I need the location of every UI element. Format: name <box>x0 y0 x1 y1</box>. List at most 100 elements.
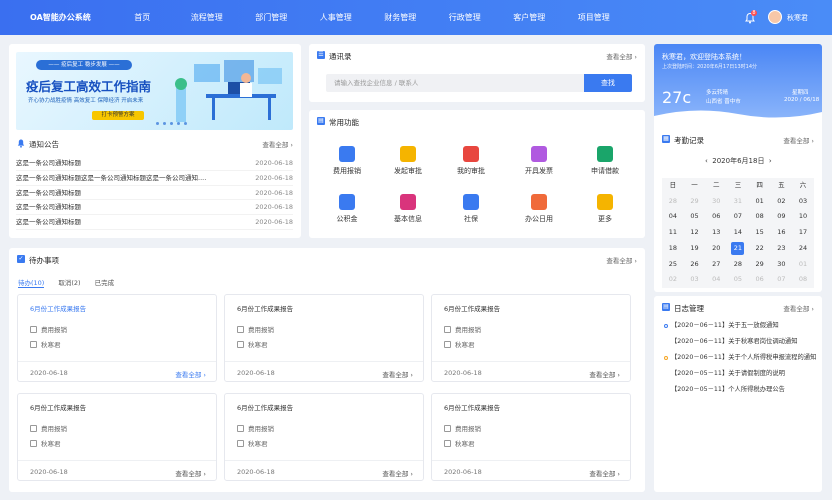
contact-search-input[interactable]: 请输入查找企业信息 / 联系人 <box>326 74 584 92</box>
calendar-day[interactable]: 29 <box>749 257 771 273</box>
calendar-day[interactable]: 09 <box>771 209 793 225</box>
list-item[interactable]: 【2020－06－11】关于五一放假通知 <box>664 318 814 334</box>
calendar-day[interactable]: 19 <box>684 241 706 257</box>
search-button[interactable]: 查找 <box>584 74 632 92</box>
log-view-all[interactable]: 查看全部 <box>783 303 814 313</box>
calendar-weekday: 五 <box>778 181 785 189</box>
list-item[interactable]: 【2020－06－11】关于秋寒君岗位调动通知 <box>664 334 814 350</box>
todo-card[interactable]: 6月份工作成果报告 费用报销 秋寒君 2020-06-18 查看全部 <box>224 294 424 382</box>
calendar-day[interactable]: 04 <box>662 209 684 225</box>
nav-item-admin[interactable]: 行政管理 <box>433 0 498 35</box>
username[interactable]: 秋寒君 <box>787 13 808 23</box>
list-item[interactable]: 【2020－06－11】关于个人所得税申报流程的通知 <box>664 350 816 366</box>
banner-button[interactable]: 打卡预警方案 <box>92 111 144 120</box>
calendar-day[interactable]: 18 <box>662 241 684 257</box>
func-basic-info[interactable]: 基本信息 <box>380 194 436 226</box>
calendar-day[interactable]: 11 <box>662 225 684 241</box>
todo-card[interactable]: 6月份工作成果报告 费用报销 秋寒君 2020-06-18 查看全部 <box>17 294 217 382</box>
calendar-day[interactable]: 04 <box>705 272 727 288</box>
carousel-dots[interactable] <box>156 122 187 125</box>
calendar-day[interactable]: 16 <box>771 225 793 241</box>
card-view-all[interactable]: 查看全部 <box>589 369 620 379</box>
calendar-day[interactable]: 07 <box>771 272 793 288</box>
calendar-day[interactable]: 01 <box>749 194 771 210</box>
list-item[interactable]: 【2020－05－11】关于请假制度的说明 <box>664 366 814 382</box>
card-view-all[interactable]: 查看全部 <box>382 468 413 478</box>
list-item[interactable]: 这是一条公司通知标题 2020-06-18 <box>16 186 293 201</box>
calendar-day[interactable]: 05 <box>727 272 749 288</box>
todo-card[interactable]: 6月份工作成果报告 费用报销 秋寒君 2020-06-18 查看全部 <box>431 393 631 481</box>
func-loan[interactable]: 申请借款 <box>577 146 633 178</box>
calendar-day[interactable]: 21 <box>727 241 749 257</box>
calendar-day[interactable]: 05 <box>684 209 706 225</box>
calendar-day[interactable]: 28 <box>662 194 684 210</box>
nav-item-process[interactable]: 流程管理 <box>175 0 240 35</box>
card-view-all[interactable]: 查看全部 <box>175 369 206 379</box>
chevron-left-icon[interactable]: ‹ <box>705 157 708 165</box>
todo-card[interactable]: 6月份工作成果报告 费用报销 秋寒君 2020-06-18 查看全部 <box>224 393 424 481</box>
func-invoice[interactable]: 开具发票 <box>511 146 567 178</box>
calendar-day[interactable]: 15 <box>749 225 771 241</box>
promo-banner[interactable]: —— 疫后复工 稳步发展 —— 疫后复工高效工作指南 齐心协力战胜疫情 高效复工… <box>16 52 293 130</box>
todo-card[interactable]: 6月份工作成果报告 费用报销 秋寒君 2020-06-18 查看全部 <box>431 294 631 382</box>
nav-item-customer[interactable]: 客户管理 <box>497 0 562 35</box>
avatar[interactable] <box>768 10 782 24</box>
calendar-day[interactable]: 17 <box>792 225 814 241</box>
todo-view-all[interactable]: 查看全部 <box>606 255 637 265</box>
calendar-day[interactable]: 08 <box>792 272 814 288</box>
list-item[interactable]: 这是一条公司通知标题 2020-06-18 <box>16 200 293 216</box>
func-office-supplies[interactable]: 办公日用 <box>511 194 567 226</box>
calendar-day[interactable]: 23 <box>771 241 793 257</box>
list-item[interactable]: 【2020－05－11】个人所得税办理公告 <box>664 382 814 398</box>
calendar-day[interactable]: 10 <box>792 209 814 225</box>
calendar-day[interactable]: 22 <box>749 241 771 257</box>
card-view-all[interactable]: 查看全部 <box>175 468 206 478</box>
list-item[interactable]: 这是一条公司通知标题这是一条公司通知标题这是一条公司通知...... 2020-… <box>16 171 293 186</box>
calendar-day[interactable]: 24 <box>792 241 814 257</box>
calendar-day[interactable]: 12 <box>684 225 706 241</box>
card-view-all[interactable]: 查看全部 <box>382 369 413 379</box>
calendar-day[interactable]: 14 <box>727 225 749 241</box>
tab-todo[interactable]: 待办(10) <box>18 277 45 288</box>
calendar-day[interactable]: 20 <box>705 241 727 257</box>
func-more[interactable]: 更多 <box>577 194 633 226</box>
todo-card[interactable]: 6月份工作成果报告 费用报销 秋寒君 2020-06-18 查看全部 <box>17 393 217 481</box>
tab-completed[interactable]: 已完成 <box>95 277 115 288</box>
nav-item-hr[interactable]: 人事管理 <box>304 0 369 35</box>
func-start-approval[interactable]: 发起审批 <box>380 146 436 178</box>
calendar-day[interactable]: 29 <box>684 194 706 210</box>
nav-item-finance[interactable]: 财务管理 <box>368 0 433 35</box>
calendar-day[interactable]: 08 <box>749 209 771 225</box>
nav-item-project[interactable]: 项目管理 <box>562 0 627 35</box>
contacts-view-all[interactable]: 查看全部 <box>606 51 637 61</box>
calendar-day[interactable]: 01 <box>792 257 814 273</box>
notice-view-all[interactable]: 查看全部 <box>262 139 293 149</box>
nav-item-home[interactable]: 首页 <box>110 0 175 35</box>
calendar-day[interactable]: 06 <box>705 209 727 225</box>
func-social-security[interactable]: 社保 <box>443 194 499 226</box>
func-my-approval[interactable]: 我的审批 <box>443 146 499 178</box>
calendar-day[interactable]: 31 <box>727 194 749 210</box>
attendance-view-all[interactable]: 查看全部 <box>783 135 814 145</box>
calendar-day[interactable]: 02 <box>771 194 793 210</box>
card-view-all[interactable]: 查看全部 <box>589 468 620 478</box>
calendar-day[interactable]: 13 <box>705 225 727 241</box>
func-expense[interactable]: 费用报销 <box>319 146 375 178</box>
calendar-day[interactable]: 03 <box>684 272 706 288</box>
calendar-day[interactable]: 02 <box>662 272 684 288</box>
list-item[interactable]: 这是一条公司通知标题 2020-06-18 <box>16 156 293 171</box>
chevron-right-icon[interactable]: › <box>769 157 772 165</box>
list-item[interactable]: 这是一条公司通知标题 2020-06-18 <box>16 215 293 230</box>
calendar-day[interactable]: 27 <box>705 257 727 273</box>
calendar-day[interactable]: 30 <box>771 257 793 273</box>
calendar-day[interactable]: 07 <box>727 209 749 225</box>
calendar-day[interactable]: 03 <box>792 194 814 210</box>
tab-cancelled[interactable]: 取消(2) <box>58 277 80 288</box>
calendar-day[interactable]: 25 <box>662 257 684 273</box>
calendar-day[interactable]: 06 <box>749 272 771 288</box>
func-housing-fund[interactable]: 公积金 <box>319 194 375 226</box>
nav-item-department[interactable]: 部门管理 <box>239 0 304 35</box>
calendar-day[interactable]: 26 <box>684 257 706 273</box>
calendar-day[interactable]: 30 <box>705 194 727 210</box>
calendar-day[interactable]: 28 <box>727 257 749 273</box>
